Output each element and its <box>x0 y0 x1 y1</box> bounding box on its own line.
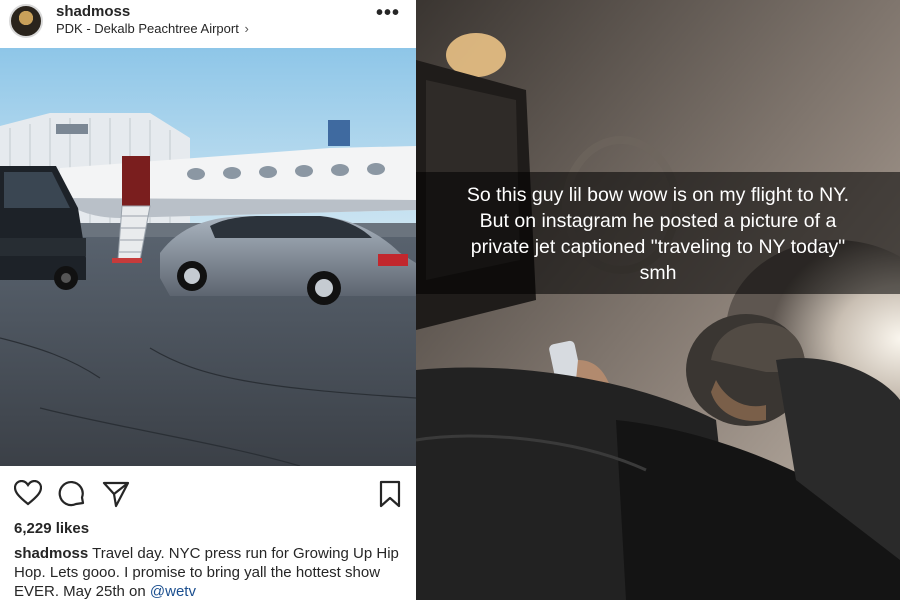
chevron-right-icon: › <box>244 21 249 36</box>
snap-caption-line: But on instagram he posted a picture of … <box>479 210 837 232</box>
post-photo[interactable] <box>0 48 416 466</box>
snap-caption: So this guy lil bow wow is on my flight … <box>416 182 900 286</box>
bookmark-icon[interactable] <box>378 480 402 513</box>
caption-username[interactable]: shadmoss <box>14 545 88 562</box>
snap-caption-line: private jet captioned "traveling to NY t… <box>470 236 846 258</box>
likes-count[interactable]: 6,229 likes <box>14 520 89 537</box>
heart-icon[interactable] <box>13 479 43 511</box>
snap-caption-line: smh <box>639 262 677 284</box>
airport-jet-photo <box>0 48 416 466</box>
snapchat-photo: So this guy lil bow wow is on my flight … <box>416 0 900 600</box>
post-header: shadmoss PDK - Dekalb Peachtree Airport … <box>0 0 416 48</box>
location-label: PDK - Dekalb Peachtree Airport <box>56 21 239 36</box>
avatar[interactable] <box>9 4 43 38</box>
instagram-post: shadmoss PDK - Dekalb Peachtree Airport … <box>0 0 416 600</box>
more-options-button[interactable]: ••• <box>376 2 400 25</box>
post-location[interactable]: PDK - Dekalb Peachtree Airport › <box>56 21 249 36</box>
snap-caption-line: So this guy lil bow wow is on my flight … <box>466 184 850 206</box>
airplane-cabin-photo <box>416 0 900 600</box>
post-actions <box>0 466 416 518</box>
share-icon[interactable] <box>102 480 130 513</box>
comment-icon[interactable] <box>58 480 86 513</box>
post-caption: shadmoss Travel day. NYC press run for G… <box>14 544 410 600</box>
caption-mention-link[interactable]: @wetv <box>150 583 196 600</box>
post-username[interactable]: shadmoss <box>56 3 130 20</box>
